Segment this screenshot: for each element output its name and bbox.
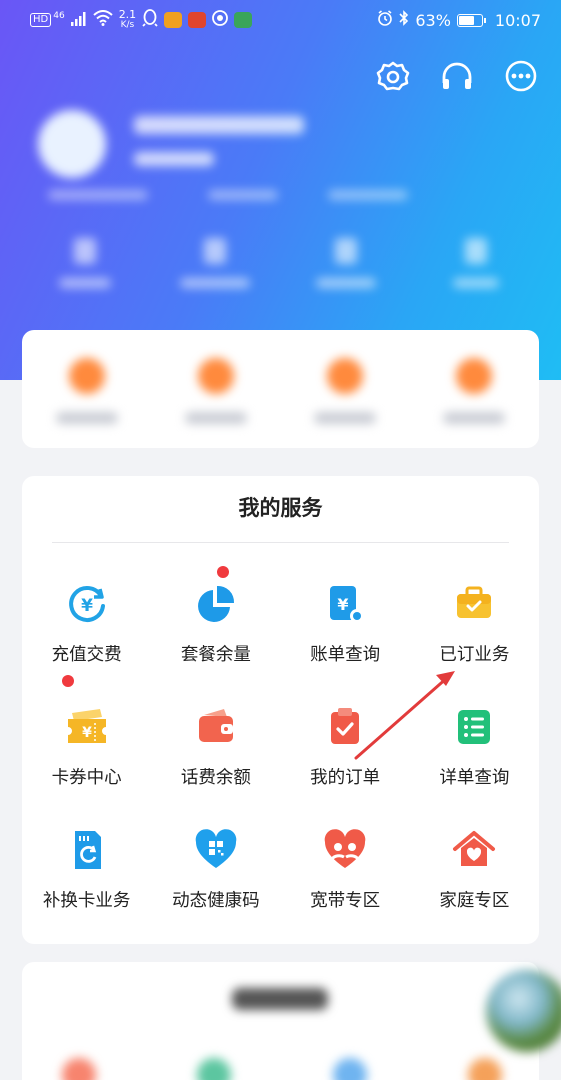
service-label: 详单查询 [439, 768, 510, 788]
detail-list-icon [450, 703, 498, 751]
user-profile-blurred[interactable] [38, 108, 518, 218]
wifi-icon [93, 10, 113, 30]
yuan-recharge-icon: ¥ [63, 580, 111, 628]
service-label: 话费余额 [180, 768, 251, 788]
health-code-heart-icon [192, 826, 240, 874]
more-icon[interactable] [503, 58, 539, 94]
service-label: 卡券中心 [51, 768, 122, 788]
battery-percent: 63% [415, 10, 451, 30]
services-grid: ¥ 充值交费 套餐余量 ¥ 账单查询 已订业务 ¥ 卡券中心 话费余额 我的订单… [22, 562, 539, 931]
divider [52, 542, 509, 543]
app-notification-icon [234, 12, 253, 28]
broadband-heart-icon [321, 826, 369, 874]
service-phone-balance[interactable]: 话费余额 [151, 685, 280, 808]
service-broadband[interactable]: 宽带专区 [281, 808, 410, 931]
quick-item[interactable] [170, 238, 260, 308]
svg-text:¥: ¥ [82, 725, 92, 741]
service-family[interactable]: 家庭专区 [410, 808, 539, 931]
benefit-item[interactable] [295, 358, 395, 448]
wallet-icon [192, 703, 240, 751]
service-label: 我的订单 [310, 768, 381, 788]
service-label: 充值交费 [51, 645, 122, 665]
benefit-item[interactable] [166, 358, 266, 448]
service-subscribed[interactable]: 已订业务 [410, 562, 539, 685]
status-bar: HD 46 2.1 K/s 63% 10:07 [0, 0, 561, 40]
speed-unit: K/s [120, 20, 135, 30]
avatar [38, 110, 106, 178]
coupon-icon: ¥ [63, 703, 111, 751]
svg-text:¥: ¥ [338, 595, 349, 614]
app-notification-icon [188, 12, 207, 28]
service-label: 账单查询 [310, 645, 381, 665]
app-notification-icon [212, 10, 229, 30]
service-label: 动态健康码 [172, 891, 260, 911]
recommend-card-blurred [22, 962, 539, 1080]
headset-icon[interactable] [439, 58, 475, 94]
my-services-card: 我的服务 ¥ 充值交费 套餐余量 ¥ 账单查询 已订业务 ¥ 卡券中心 话费余额… [22, 476, 539, 944]
pie-chart-icon [192, 580, 240, 628]
service-recharge[interactable]: ¥ 充值交费 [22, 562, 151, 685]
clock: 10:07 [494, 10, 541, 30]
speed-value: 2.1 [118, 8, 137, 21]
network-speed: 2.1 K/s [118, 8, 137, 30]
benefit-item[interactable] [424, 358, 524, 448]
notification-badge [217, 566, 230, 578]
service-label: 套餐余量 [180, 645, 251, 665]
app-notification-icon [164, 12, 183, 28]
section-title: 我的服务 [238, 496, 323, 520]
alarm-icon [377, 10, 393, 30]
svg-text:¥: ¥ [81, 596, 93, 616]
service-label: 家庭专区 [439, 891, 510, 911]
quick-item[interactable] [431, 238, 521, 308]
bluetooth-icon [399, 10, 409, 30]
notification-badge [62, 675, 74, 687]
signal-icon [70, 11, 87, 30]
service-my-orders[interactable]: 我的订单 [281, 685, 410, 808]
quick-stats-blurred [0, 238, 561, 308]
service-coupon-center[interactable]: ¥ 卡券中心 [22, 675, 151, 808]
service-health-code[interactable]: 动态健康码 [151, 808, 280, 931]
quick-item[interactable] [301, 238, 391, 308]
benefit-item[interactable] [37, 358, 137, 448]
qq-icon [142, 9, 158, 31]
quick-item[interactable] [40, 238, 130, 308]
floating-ad-ball[interactable] [486, 970, 561, 1052]
settings-icon[interactable] [375, 58, 411, 94]
home-icon [450, 826, 498, 874]
battery-icon [456, 13, 486, 27]
recommend-icons-blurred [62, 1058, 502, 1080]
briefcase-icon [450, 580, 498, 628]
service-bill-query[interactable]: ¥ 账单查询 [281, 562, 410, 685]
benefits-card-blurred [22, 330, 539, 448]
section-title-blurred [232, 988, 328, 1010]
bill-icon: ¥ [321, 580, 369, 628]
order-clipboard-icon [321, 703, 369, 751]
sim-card-icon [63, 826, 111, 874]
service-sim-replace[interactable]: 补换卡业务 [22, 808, 151, 931]
header-actions [375, 58, 539, 94]
service-label: 宽带专区 [310, 891, 381, 911]
service-label: 已订业务 [439, 645, 510, 665]
service-plan-balance[interactable]: 套餐余量 [151, 562, 280, 685]
service-detail-query[interactable]: 详单查询 [410, 685, 539, 808]
network-type: 46 [53, 10, 65, 21]
hd-indicator: HD [30, 13, 52, 27]
service-label: 补换卡业务 [42, 891, 131, 911]
